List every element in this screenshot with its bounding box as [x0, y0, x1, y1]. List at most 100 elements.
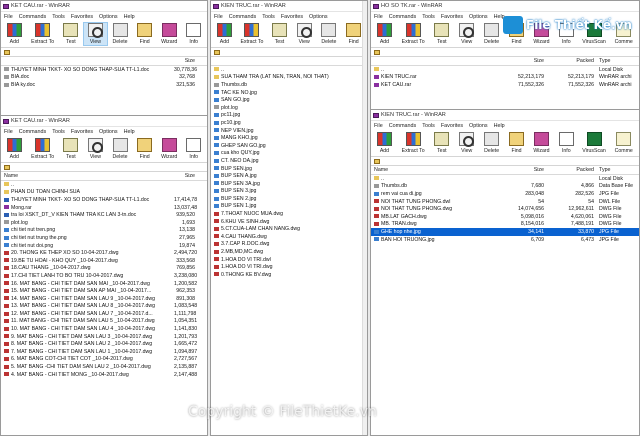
file-row[interactable]: 9. MAT BANG - CHI TIET DAM SAN LAU 3 _10… — [1, 333, 207, 341]
add-button[interactable]: Add — [3, 138, 26, 160]
address-bar[interactable] — [1, 48, 207, 57]
address-bar[interactable] — [1, 163, 207, 172]
menu-options[interactable]: Options — [469, 14, 488, 20]
find-button[interactable]: Find — [133, 23, 156, 45]
title-bar[interactable]: HO SO TK.rar - WinRAR — [371, 1, 639, 12]
up-folder-icon[interactable] — [4, 49, 10, 55]
file-row[interactable]: 2.MB,MD,MC.dwg — [211, 248, 367, 256]
menu-tools[interactable]: Tools — [52, 14, 65, 20]
menu-file[interactable]: File — [214, 14, 223, 20]
file-row[interactable]: BIA ky.doc 321,536 — [1, 81, 207, 89]
menu-tools[interactable]: Tools — [52, 129, 65, 135]
menu-options[interactable]: Options — [309, 14, 328, 20]
file-row[interactable]: chi tiet nut doi.png 19,874 — [1, 242, 207, 250]
file-row[interactable]: BUP SEN 3.jpg — [211, 188, 367, 196]
file-row[interactable]: BUP SEN 2.jpg — [211, 195, 367, 203]
menu-file[interactable]: File — [4, 129, 13, 135]
up-folder-icon[interactable] — [214, 49, 220, 55]
test-button[interactable]: Test — [60, 138, 83, 160]
menu-file[interactable]: File — [374, 123, 383, 129]
extract-button[interactable]: Extract To — [398, 23, 429, 45]
info-button[interactable]: Info — [555, 132, 578, 154]
menu-commands[interactable]: Commands — [19, 14, 47, 20]
menu-commands[interactable]: Commands — [389, 123, 417, 129]
file-row[interactable]: 4.CAU THANG.dwg — [211, 233, 367, 241]
view-button[interactable]: View — [83, 22, 108, 46]
file-row[interactable]: .. — [1, 181, 207, 189]
file-row[interactable]: 1.HOA DO VI TRI.dwg — [211, 263, 367, 271]
col-size[interactable]: Size — [171, 173, 197, 179]
menu-favorites[interactable]: Favorites — [281, 14, 303, 20]
view-button[interactable]: View — [455, 132, 478, 154]
file-row[interactable]: chi tiet nut tren.png 13,138 — [1, 227, 207, 235]
menu-tools[interactable]: Tools — [262, 14, 275, 20]
wizard-button[interactable]: Wizard — [530, 132, 553, 154]
winrar-window-ketcau[interactable]: KET CAU.rar - WinRAR File Commands Tools… — [0, 115, 208, 436]
up-folder-icon[interactable] — [4, 164, 10, 170]
info-button[interactable]: Info — [182, 138, 205, 160]
add-button[interactable]: Add — [213, 23, 236, 45]
col-size[interactable]: Size — [501, 58, 546, 64]
file-row[interactable]: 7.THOAT NUOC MUA.dwg — [211, 210, 367, 218]
file-row[interactable]: 8. MAT BANG - CHI TIET DAM SAN LAU 2 _10… — [1, 340, 207, 348]
file-row[interactable]: Mong.rar 13,037,489 — [1, 204, 207, 212]
file-row[interactable]: chi tiet nut trung the.png 27,965 — [1, 234, 207, 242]
title-bar[interactable]: KET CAU.rar - WinRAR — [1, 116, 207, 127]
file-row[interactable]: plot.log 1,693 — [1, 219, 207, 227]
file-row[interactable]: .. — [211, 66, 367, 74]
address-bar[interactable] — [371, 48, 639, 57]
file-row[interactable]: 11. MAT BANG - CHI TIET DAM SAN LAU 5 _1… — [1, 318, 207, 326]
file-row[interactable]: CT. NEO DA.jpg — [211, 157, 367, 165]
file-row[interactable]: 18.CAU THANG _10-04-2017.dwg 769,856 — [1, 265, 207, 273]
delete-button[interactable]: Delete — [109, 138, 132, 160]
col-name[interactable]: Name — [371, 167, 501, 173]
file-row[interactable]: GHE hop nhe.jpg 34,141 33,870 JPG File — [371, 228, 639, 236]
title-bar[interactable]: KIEN TRUC.rar - WinRAR — [371, 110, 639, 121]
winrar-window-kientruc[interactable]: KIEN TRUC.rar - WinRAR File Commands Too… — [370, 109, 640, 436]
test-button[interactable]: Test — [430, 132, 453, 154]
up-folder-icon[interactable] — [374, 49, 380, 55]
file-row[interactable]: rem vai cua di.jpg 283,048 282,526 JPG File — [371, 190, 639, 198]
wizard-button[interactable]: Wizard — [158, 23, 181, 45]
menu-favorites[interactable]: Favorites — [441, 14, 463, 20]
extract-button[interactable]: Extract To — [398, 132, 429, 154]
delete-button[interactable]: Delete — [318, 23, 341, 45]
file-row[interactable]: plot.log — [211, 104, 367, 112]
add-button[interactable]: Add — [373, 132, 396, 154]
file-row[interactable]: 15. MAT BANG - CHI TIET DAM SAN AP MAI _… — [1, 287, 207, 295]
address-bar[interactable] — [371, 157, 639, 166]
menu-commands[interactable]: Commands — [19, 129, 47, 135]
file-row[interactable]: 20. THONG KE THEP XO SO 10-04-2017.dwg 2,… — [1, 249, 207, 257]
file-row[interactable]: NEP VIEN.jpg — [211, 127, 367, 135]
menu-help[interactable]: Help — [494, 123, 505, 129]
address-bar[interactable] — [211, 48, 367, 57]
delete-button[interactable]: Delete — [109, 23, 132, 45]
file-row[interactable]: 17.CHI TIET LANH TO BO TRU 10-04-2017.dw… — [1, 272, 207, 280]
file-row[interactable]: SUA THAM TRA (LAT NEN, TRAN, NOI THAT) — [211, 74, 367, 82]
file-row[interactable]: MANG KHO.jpg — [211, 134, 367, 142]
file-row[interactable]: 13. MAT BANG - CHI TIET DAM SAN LAU 8 _1… — [1, 303, 207, 311]
find-button[interactable]: Find — [133, 138, 156, 160]
add-button[interactable]: Add — [3, 23, 26, 45]
file-row[interactable]: 1.HOA DO VI TRI.dwl — [211, 256, 367, 264]
menu-options[interactable]: Options — [99, 14, 118, 20]
file-row[interactable]: MB. TRAN.dwg 8,154,016 7,488,191 DWG File — [371, 221, 639, 229]
menu-tools[interactable]: Tools — [422, 14, 435, 20]
file-row[interactable]: Thumbs.db 7,680 4,866 Data Base File — [371, 183, 639, 191]
extract-button[interactable]: Extract To — [28, 23, 58, 45]
up-folder-icon[interactable] — [374, 158, 380, 164]
file-row[interactable]: tra loi XSKT_DT_V KIEN THAM TRA KC LAN 3… — [1, 211, 207, 219]
menu-tools[interactable]: Tools — [422, 123, 435, 129]
file-row[interactable]: 5. MAT BANG -CHI TIET DAM SAN LAU 2 _10-… — [1, 363, 207, 371]
comment-button[interactable]: Comme — [610, 132, 637, 154]
file-row[interactable]: 0.THONG KE BV.dwg — [211, 271, 367, 279]
add-button[interactable]: Add — [373, 23, 396, 45]
file-row[interactable]: GHEP SAN GO.jpg — [211, 142, 367, 150]
col-packed[interactable]: Packed — [546, 58, 596, 64]
test-button[interactable]: Test — [268, 23, 291, 45]
col-type[interactable]: Type — [596, 167, 636, 173]
menu-options[interactable]: Options — [99, 129, 118, 135]
file-row[interactable]: 6.KHU VE SINH.dwg — [211, 218, 367, 226]
file-row[interactable]: 12. MAT BANG - CHI TIET DAM SAN LAU 7 _1… — [1, 310, 207, 318]
find-button[interactable]: Find — [505, 132, 528, 154]
